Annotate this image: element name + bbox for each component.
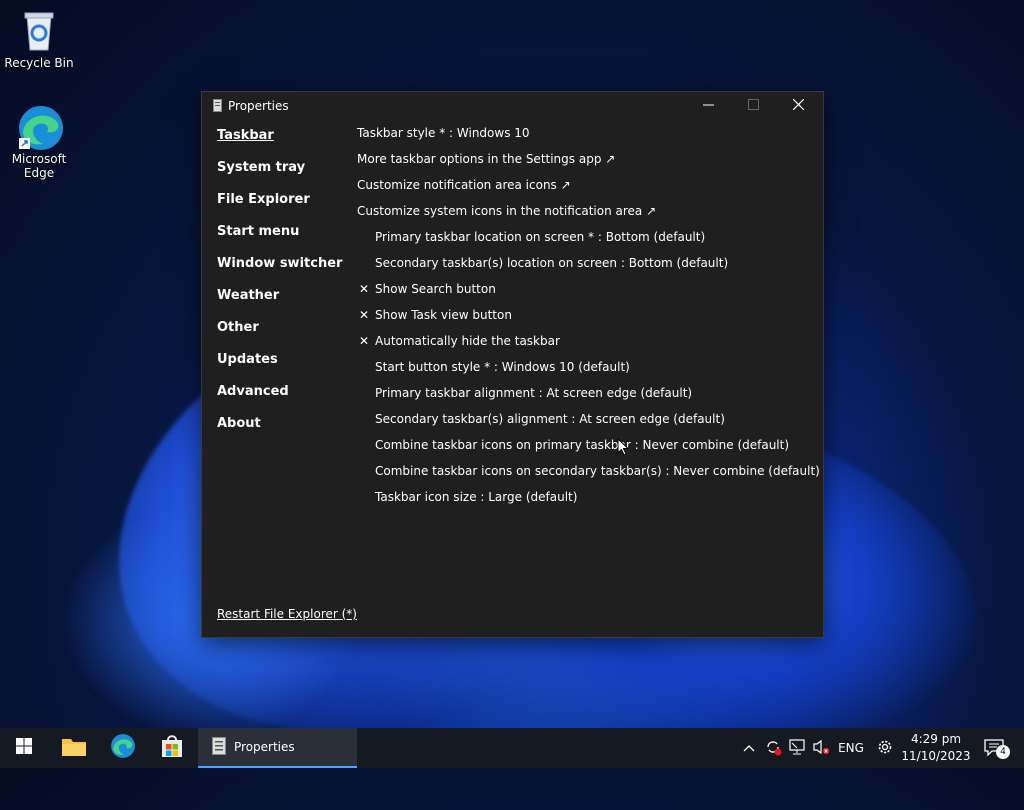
setting-label: Taskbar style * : Windows 10 [357,126,530,140]
recycle-bin-icon [17,8,61,52]
taskbar-edge[interactable] [99,728,147,768]
folder-icon [61,735,87,761]
settings-nav: Taskbar System tray File Explorer Start … [217,128,342,448]
nav-item-updates[interactable]: Updates [217,352,342,384]
setting-label: Combine taskbar icons on primary taskbar… [375,438,790,452]
setting-label: Primary taskbar alignment : At screen ed… [375,386,693,400]
properties-app-icon [212,736,226,758]
window-title: Properties [228,99,289,113]
nav-item-window-switcher[interactable]: Window switcher [217,256,342,288]
nav-item-taskbar[interactable]: Taskbar [217,128,342,160]
minimize-button[interactable] [686,92,731,120]
setting-label: Automatically hide the taskbar [375,334,560,348]
setting-secondary-taskbar-alignment[interactable]: Secondary taskbar(s) alignment : At scre… [357,410,817,436]
nav-item-start-menu[interactable]: Start menu [217,224,342,256]
taskbar-file-explorer[interactable] [50,728,98,768]
tray-sync-icon-button[interactable] [762,728,784,768]
taskbar-app-label: Properties [234,740,295,754]
show-hidden-icons-button[interactable] [738,728,760,768]
edge-icon [17,104,63,150]
nav-item-weather[interactable]: Weather [217,288,342,320]
network-button[interactable] [786,728,808,768]
setting-label: Primary taskbar location on screen * : B… [375,230,706,244]
setting-label: Taskbar icon size : Large (default) [375,490,578,504]
taskbar-settings-list: Taskbar style * : Windows 10 More taskba… [357,124,820,514]
setting-label: More taskbar options in the Settings app… [357,152,616,166]
edge-icon [110,733,136,763]
link-system-icons[interactable]: Customize system icons in the notificati… [357,202,817,228]
close-button[interactable] [776,92,821,120]
windows-logo-icon [16,738,32,758]
desktop-icon-label: Recycle Bin [4,56,74,70]
clock-date: 11/10/2023 [901,749,971,763]
setting-label: Start button style * : Windows 10 (defau… [375,360,630,374]
taskbar: Properties ENG 4:29 pm 11/10/2023 4 [0,728,1024,768]
toggle-show-search-button[interactable]: ✕ Show Search button [357,280,817,306]
maximize-button[interactable] [731,92,776,120]
maximize-icon [748,99,759,113]
setting-label: Secondary taskbar(s) location on screen … [375,256,729,270]
setting-primary-taskbar-alignment[interactable]: Primary taskbar alignment : At screen ed… [357,384,817,410]
setting-combine-secondary[interactable]: Combine taskbar icons on secondary taskb… [357,462,820,488]
desktop-icon-recycle-bin[interactable]: Recycle Bin [1,8,77,70]
toggle-show-task-view-button[interactable]: ✕ Show Task view button [357,306,817,332]
desktop-icon-microsoft-edge[interactable]: Microsoft Edge [1,104,77,180]
volume-button[interactable] [810,728,832,768]
nav-item-other[interactable]: Other [217,320,342,352]
checked-x-icon: ✕ [358,282,370,296]
properties-app-icon [213,99,222,112]
volume-muted-icon [812,739,830,758]
title-bar[interactable]: Properties [202,92,823,120]
close-icon [792,98,805,113]
mouse-cursor-icon [617,437,630,456]
chevron-up-icon [743,741,755,755]
setting-combine-primary[interactable]: Combine taskbar icons on primary taskbar… [357,436,817,462]
setting-label: Show Search button [375,282,496,296]
setting-label: Customize notification area icons ↗ [357,178,571,192]
settings-tray-button[interactable] [872,728,898,768]
setting-label: Customize system icons in the notificati… [357,204,657,218]
nav-item-advanced[interactable]: Advanced [217,384,342,416]
input-language-button[interactable]: ENG [834,728,868,768]
setting-label: Combine taskbar icons on secondary taskb… [375,464,820,478]
link-notification-area-icons[interactable]: Customize notification area icons ↗ [357,176,817,202]
notification-icon: 4 [983,738,1010,759]
desktop-icon-label: Microsoft Edge [11,152,67,180]
restart-file-explorer-link[interactable]: Restart File Explorer (*) [217,607,357,621]
clock[interactable]: 4:29 pm 11/10/2023 [900,731,972,765]
action-center-button[interactable]: 4 [978,728,1012,768]
taskbar-properties-window[interactable]: Properties [198,728,357,768]
minimize-icon [703,99,714,113]
gear-icon [876,738,894,759]
setting-start-button-style[interactable]: Start button style * : Windows 10 (defau… [357,358,817,384]
clock-time: 4:29 pm [910,732,962,746]
store-icon [160,734,184,762]
taskbar-microsoft-store[interactable] [148,728,196,768]
checked-x-icon: ✕ [358,308,370,322]
setting-label: Show Task view button [375,308,512,322]
network-disconnected-icon [788,738,806,758]
toggle-auto-hide-taskbar[interactable]: ✕ Automatically hide the taskbar [357,332,817,358]
setting-label: Secondary taskbar(s) alignment : At scre… [375,412,725,426]
notification-count-badge: 4 [996,745,1010,759]
checked-x-icon: ✕ [358,334,370,348]
setting-secondary-taskbar-location[interactable]: Secondary taskbar(s) location on screen … [357,254,817,280]
nav-item-about[interactable]: About [217,416,342,448]
setting-primary-taskbar-location[interactable]: Primary taskbar location on screen * : B… [357,228,817,254]
nav-item-file-explorer[interactable]: File Explorer [217,192,342,224]
nav-item-system-tray[interactable]: System tray [217,160,342,192]
language-label: ENG [838,741,864,755]
properties-window: Properties Taskbar System tray File Expl… [201,91,824,638]
link-settings-app-taskbar-options[interactable]: More taskbar options in the Settings app… [357,150,817,176]
sync-error-icon [764,738,782,759]
setting-taskbar-icon-size[interactable]: Taskbar icon size : Large (default) [357,488,817,514]
setting-taskbar-style[interactable]: Taskbar style * : Windows 10 [357,124,817,150]
start-button[interactable] [0,728,48,768]
